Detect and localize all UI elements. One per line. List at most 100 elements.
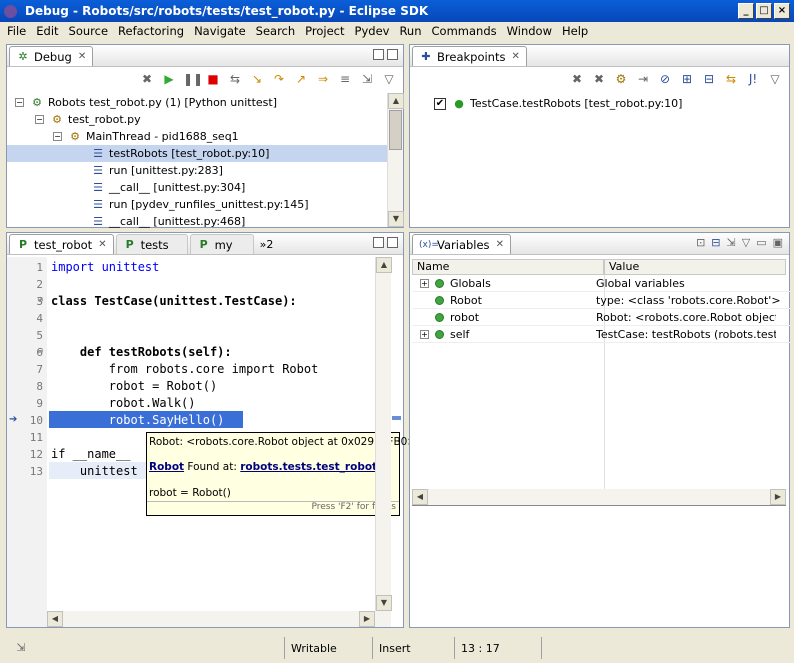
menu-run[interactable]: Run <box>394 24 426 38</box>
menu-help[interactable]: Help <box>557 24 593 38</box>
tree-item-thread[interactable]: − ⚙ MainThread - pid1688_seq1 <box>53 128 239 145</box>
scroll-left-icon[interactable]: ◀ <box>412 489 428 505</box>
close-icon[interactable]: ✕ <box>98 239 106 250</box>
close-icon[interactable]: ✕ <box>511 51 519 62</box>
code-line[interactable]: robot.Walk() <box>51 395 196 412</box>
variables-horizontal-scrollbar[interactable]: ◀ ▶ <box>412 489 786 505</box>
menu-file[interactable]: File <box>2 24 31 38</box>
scroll-down-icon[interactable]: ▼ <box>376 595 392 611</box>
fold-icon[interactable]: ⊖ <box>37 346 44 355</box>
close-icon[interactable]: ✕ <box>78 51 86 62</box>
tab-my[interactable]: P my <box>189 234 254 254</box>
collapse-all-icon[interactable]: ⊟ <box>711 236 720 249</box>
tab-variables[interactable]: (x)= Variables ✕ <box>412 234 511 254</box>
fold-icon[interactable]: ⊖ <box>37 295 44 304</box>
maximize-view-icon[interactable] <box>387 49 398 60</box>
editor-horizontal-scrollbar[interactable]: ◀ ▶ <box>47 611 391 627</box>
close-button[interactable]: × <box>774 3 790 19</box>
scroll-down-icon[interactable]: ▼ <box>388 211 404 227</box>
breakpoint-checkbox[interactable]: ✔ <box>434 97 446 110</box>
tree-item-frame[interactable]: ☰ __call__ [unittest.py:304] <box>91 179 245 196</box>
go-to-file-icon[interactable]: ⇥ <box>635 72 651 86</box>
link-with-debug-icon[interactable]: ⇆ <box>723 72 739 86</box>
maximize-button[interactable]: □ <box>756 3 772 19</box>
disconnect-icon[interactable]: ⇆ <box>227 72 243 86</box>
remove-breakpoint-icon[interactable]: ✖ <box>569 72 585 86</box>
menu-pydev[interactable]: Pydev <box>350 24 395 38</box>
collapse-all-icon[interactable]: ⊟ <box>701 72 717 86</box>
code-line[interactable]: from robots.core import Robot <box>51 361 319 378</box>
menu-navigate[interactable]: Navigate <box>189 24 251 38</box>
expand-icon[interactable]: + <box>420 329 429 339</box>
collapse-icon[interactable]: − <box>53 132 62 141</box>
minimize-view-icon[interactable]: ▭ <box>756 236 766 249</box>
skip-all-breakpoints-icon[interactable]: ⊘ <box>657 72 673 86</box>
tab-debug[interactable]: ✲ Debug ✕ <box>9 46 94 66</box>
tree-item-frame[interactable]: ☰ run [unittest.py:283] <box>91 162 223 179</box>
run-to-line-icon[interactable]: ⇒ <box>315 72 331 86</box>
menu-edit[interactable]: Edit <box>31 24 63 38</box>
code-line-current[interactable]: robot.SayHello() <box>51 412 225 429</box>
tree-item-frame[interactable]: ☰ __call__ [unittest.py:468] <box>91 213 245 229</box>
tree-item-frame[interactable]: ☰ testRobots [test_robot.py:10] <box>91 145 269 162</box>
add-java-exception-icon[interactable]: J! <box>745 72 761 86</box>
collapse-icon[interactable]: − <box>15 98 24 107</box>
suspend-icon[interactable]: ❚❚ <box>183 72 203 86</box>
view-menu-icon[interactable]: ⇲ <box>359 72 375 86</box>
tab-breakpoints[interactable]: ✚ Breakpoints ✕ <box>412 46 527 66</box>
tooltip-link-module[interactable]: robots.tests.test_robot <box>240 461 377 473</box>
breakpoint-item[interactable]: ✔ ● TestCase.testRobots [test_robot.py:1… <box>434 95 682 112</box>
menu-source[interactable]: Source <box>64 24 114 38</box>
step-into-icon[interactable]: ↘ <box>249 72 265 86</box>
expand-icon[interactable]: + <box>420 278 429 288</box>
chevron-down-icon[interactable]: ▽ <box>381 72 397 86</box>
code-line[interactable]: class TestCase(unittest.TestCase): <box>51 293 297 310</box>
scroll-left-icon[interactable]: ◀ <box>47 611 63 627</box>
code-line[interactable]: if __name__ <box>51 446 130 463</box>
scroll-up-icon[interactable]: ▲ <box>376 257 392 273</box>
variable-row[interactable]: robot Robot: <robots.core.Robot object .… <box>412 309 790 326</box>
code-line[interactable]: unittest <box>51 463 138 480</box>
expand-all-icon[interactable]: ⊞ <box>679 72 695 86</box>
code-line[interactable]: robot = Robot() <box>51 378 217 395</box>
code-line[interactable]: def testRobots(self): <box>51 344 232 361</box>
fast-view-icon[interactable]: ⇲ <box>14 641 28 655</box>
scroll-right-icon[interactable]: ▶ <box>359 611 375 627</box>
tree-item-launch[interactable]: − ⚙ Robots test_robot.py (1) [Python uni… <box>15 94 277 111</box>
step-return-icon[interactable]: ↗ <box>293 72 309 86</box>
collapse-icon[interactable]: − <box>35 115 44 124</box>
resume-icon[interactable]: ▶ <box>161 72 177 86</box>
scroll-up-icon[interactable]: ▲ <box>388 93 404 109</box>
variable-row[interactable]: + Globals Global variables <box>412 275 790 292</box>
scroll-thumb[interactable] <box>389 110 402 150</box>
debug-vertical-scrollbar[interactable]: ▲ ▼ <box>387 93 404 227</box>
chevron-down-icon[interactable]: ▽ <box>742 236 750 249</box>
step-over-icon[interactable]: ↷ <box>271 72 287 86</box>
tree-item-frame[interactable]: ☰ run [pydev_runfiles_unittest.py:145] <box>91 196 309 213</box>
menu-project[interactable]: Project <box>300 24 349 38</box>
close-icon[interactable]: ✕ <box>496 239 504 250</box>
detail-pane[interactable] <box>412 507 786 625</box>
tooltip-link-robot[interactable]: Robot <box>149 461 184 473</box>
tree-item-process[interactable]: − ⚙ test_robot.py <box>35 111 141 128</box>
view-menu-icon[interactable]: ⇲ <box>727 236 736 249</box>
show-type-names-icon[interactable]: ⊡ <box>696 236 705 249</box>
code-line[interactable]: import unittest <box>51 259 159 276</box>
remove-terminated-icon[interactable]: ✖ <box>139 72 155 86</box>
minimize-button[interactable]: _ <box>738 3 754 19</box>
column-header-name[interactable]: Name <box>412 259 604 275</box>
menu-search[interactable]: Search <box>251 24 301 38</box>
menu-refactoring[interactable]: Refactoring <box>113 24 189 38</box>
editor-vertical-scrollbar[interactable]: ▲ ▼ <box>375 257 392 611</box>
remove-all-breakpoints-icon[interactable]: ✖ <box>591 72 607 86</box>
variable-row[interactable]: Robot type: <class 'robots.core.Robot'> <box>412 292 790 309</box>
hover-tooltip[interactable]: Robot: <robots.core.Robot object at 0x02… <box>146 432 416 516</box>
maximize-view-icon[interactable] <box>387 237 398 248</box>
minimize-view-icon[interactable] <box>373 237 384 248</box>
maximize-view-icon[interactable]: ▣ <box>773 236 783 249</box>
use-step-filters-icon[interactable]: ≡ <box>337 72 353 86</box>
scroll-right-icon[interactable]: ▶ <box>770 489 786 505</box>
menu-commands[interactable]: Commands <box>427 24 502 38</box>
variable-row[interactable]: + self TestCase: testRobots (robots.test… <box>412 326 790 343</box>
column-header-value[interactable]: Value <box>604 259 786 275</box>
